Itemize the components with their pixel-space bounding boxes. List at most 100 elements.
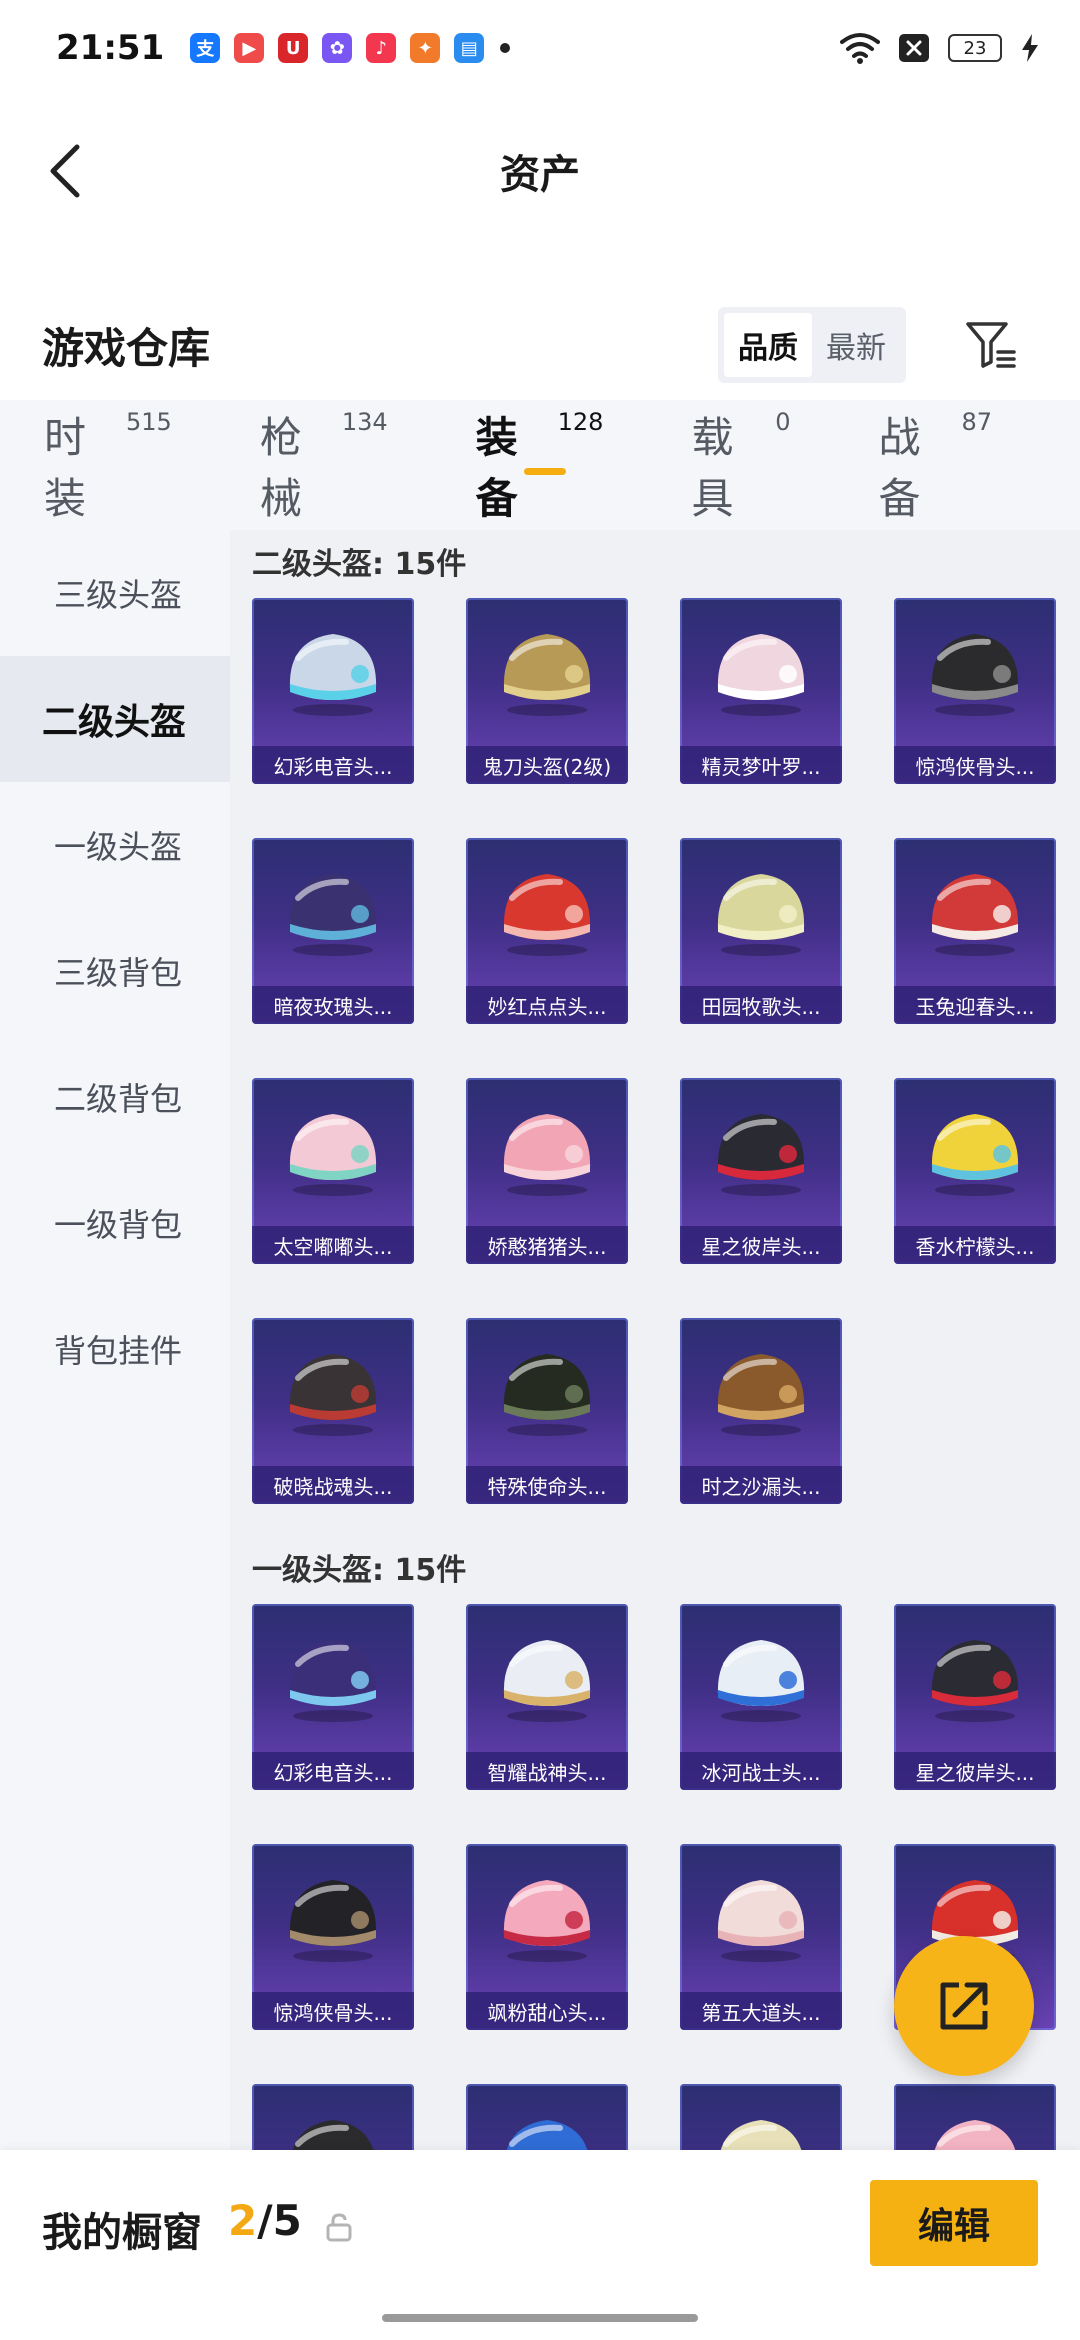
tab-count: 128: [557, 408, 604, 436]
no-sim-icon: [899, 34, 929, 62]
item-card[interactable]: 太空嘟嘟头...: [252, 1078, 414, 1264]
helmet-icon: [717, 1880, 805, 1962]
helmet-icon: [289, 1114, 377, 1196]
tab-4[interactable]: 战备 87: [879, 404, 992, 526]
item-name: 智耀战神头...: [466, 1752, 628, 1790]
item-card[interactable]: 幻彩电音头...: [252, 598, 414, 784]
side-menu-item[interactable]: 三级背包: [0, 908, 230, 1034]
sort-quality-button[interactable]: 品质: [724, 313, 812, 377]
status-time: 21:51: [56, 28, 165, 68]
charging-icon: [1022, 34, 1038, 62]
section-title: 一级头盔: 15件: [252, 1553, 467, 1588]
item-card[interactable]: 精灵梦叶罗...: [680, 598, 842, 784]
helmet-icon: [289, 1640, 377, 1722]
video-icon: ▶: [234, 33, 265, 63]
item-card[interactable]: 飒粉甜心头...: [466, 1844, 628, 2030]
item-card[interactable]: 暗夜玫瑰头...: [252, 838, 414, 1024]
sort-toggle: 品质 最新: [718, 307, 906, 383]
item-card[interactable]: 妙红点点头...: [466, 838, 628, 1024]
item-name: 妙红点点头...: [466, 986, 628, 1024]
item-card[interactable]: 第五大道头...: [680, 1844, 842, 2030]
home-indicator[interactable]: [382, 2314, 698, 2322]
item-card[interactable]: 田园牧歌头...: [680, 838, 842, 1024]
item-grid: 幻彩电音头... 鬼刀头盔(2级) 精灵梦叶罗... 惊鸿侠骨头... 暗夜玫瑰头...…: [252, 598, 1080, 1504]
helmet-icon: [289, 874, 377, 956]
showcase-total: /5: [257, 2196, 302, 2245]
item-card[interactable]: 玉兔迎春头...: [894, 838, 1056, 1024]
item-card[interactable]: 娇憨猪猪头...: [466, 1078, 628, 1264]
item-card[interactable]: 星之彼岸头...: [894, 1604, 1056, 1790]
helmet-icon: [292, 2120, 374, 2150]
helmet-icon: [717, 634, 805, 716]
wifi-icon: [840, 33, 880, 64]
warehouse-header: 游戏仓库 品质 最新: [0, 290, 1080, 400]
tab-0[interactable]: 时装 515: [44, 404, 172, 526]
tab-label: 时装: [44, 413, 87, 523]
share-fab-button[interactable]: [894, 1936, 1034, 2076]
item-card[interactable]: [466, 2084, 628, 2150]
tab-count: 134: [341, 408, 388, 436]
item-card[interactable]: [680, 2084, 842, 2150]
item-name: 第五大道头...: [680, 1992, 842, 2030]
tab-3[interactable]: 载具 0: [691, 404, 790, 526]
item-card[interactable]: 冰河战士头...: [680, 1604, 842, 1790]
item-name: 惊鸿侠骨头...: [252, 1992, 414, 2030]
item-name: 冰河战士头...: [680, 1752, 842, 1790]
item-name: 特殊使命头...: [466, 1466, 628, 1504]
tab-label: 载具: [691, 413, 734, 523]
item-name: 惊鸿侠骨头...: [894, 746, 1056, 784]
item-card[interactable]: 香水柠檬头...: [894, 1078, 1056, 1264]
category-tabs: 时装 515 枪械 134 装备 128 载具 0 战备 87: [0, 400, 1080, 530]
item-card[interactable]: 惊鸿侠骨头...: [252, 1844, 414, 2030]
item-name: 精灵梦叶罗...: [680, 746, 842, 784]
side-menu-item[interactable]: 二级头盔: [0, 656, 230, 782]
showcase-label: 我的橱窗: [42, 2210, 202, 2256]
helmet-icon: [503, 1640, 591, 1722]
side-menu-item[interactable]: 一级背包: [0, 1160, 230, 1286]
tab-count: 0: [775, 408, 791, 436]
tab-1[interactable]: 枪械 134: [260, 404, 388, 526]
back-button[interactable]: [30, 136, 100, 206]
helmet-icon: [717, 1354, 805, 1436]
tab-count: 87: [961, 408, 992, 436]
item-name: 太空嘟嘟头...: [252, 1226, 414, 1264]
side-menu-item[interactable]: 一级头盔: [0, 782, 230, 908]
helmet-icon: [717, 1114, 805, 1196]
nav-bar: 资产: [0, 118, 1080, 224]
game-icon: ✦: [410, 33, 441, 63]
status-right: 23: [840, 32, 1040, 64]
warehouse-title: 游戏仓库: [42, 323, 211, 373]
helmet-icon: [503, 634, 591, 716]
item-card[interactable]: 鬼刀头盔(2级): [466, 598, 628, 784]
item-card[interactable]: [894, 2084, 1056, 2150]
item-name: 香水柠檬头...: [894, 1226, 1056, 1264]
item-card[interactable]: 特殊使命头...: [466, 1318, 628, 1504]
item-card[interactable]: 惊鸿侠骨头...: [894, 598, 1056, 784]
helmet-icon: [931, 874, 1019, 956]
helmet-icon: [931, 1114, 1019, 1196]
section-title: 二级头盔: 15件: [252, 547, 467, 582]
side-menu-item[interactable]: 三级头盔: [0, 530, 230, 656]
side-menu-item[interactable]: 二级背包: [0, 1034, 230, 1160]
page-title: 资产: [500, 152, 580, 198]
tab-label: 装备: [475, 413, 518, 523]
item-card[interactable]: 时之沙漏头...: [680, 1318, 842, 1504]
sort-newest-button[interactable]: 最新: [812, 313, 900, 377]
item-card[interactable]: 破晓战魂头...: [252, 1318, 414, 1504]
item-card[interactable]: 智耀战神头...: [466, 1604, 628, 1790]
lock-icon[interactable]: [324, 2212, 354, 2242]
helmet-icon: [503, 1114, 591, 1196]
filter-button[interactable]: [956, 310, 1026, 380]
files-icon: ▤: [454, 33, 485, 63]
item-name: 星之彼岸头...: [894, 1752, 1056, 1790]
item-card[interactable]: 星之彼岸头...: [680, 1078, 842, 1264]
tab-2[interactable]: 装备 128: [476, 404, 604, 526]
edit-button[interactable]: 编辑: [870, 2180, 1038, 2266]
side-menu-item[interactable]: 背包挂件: [0, 1286, 230, 1412]
item-card[interactable]: 幻彩电音头...: [252, 1604, 414, 1790]
item-card[interactable]: [252, 2084, 414, 2150]
helmet-icon: [931, 1640, 1019, 1722]
music-icon: ♪: [366, 33, 397, 63]
status-bar: 21:51 支 ▶ U ✿ ♪ ✦ ▤ 23: [0, 0, 1080, 96]
tab-count: 515: [126, 408, 172, 436]
